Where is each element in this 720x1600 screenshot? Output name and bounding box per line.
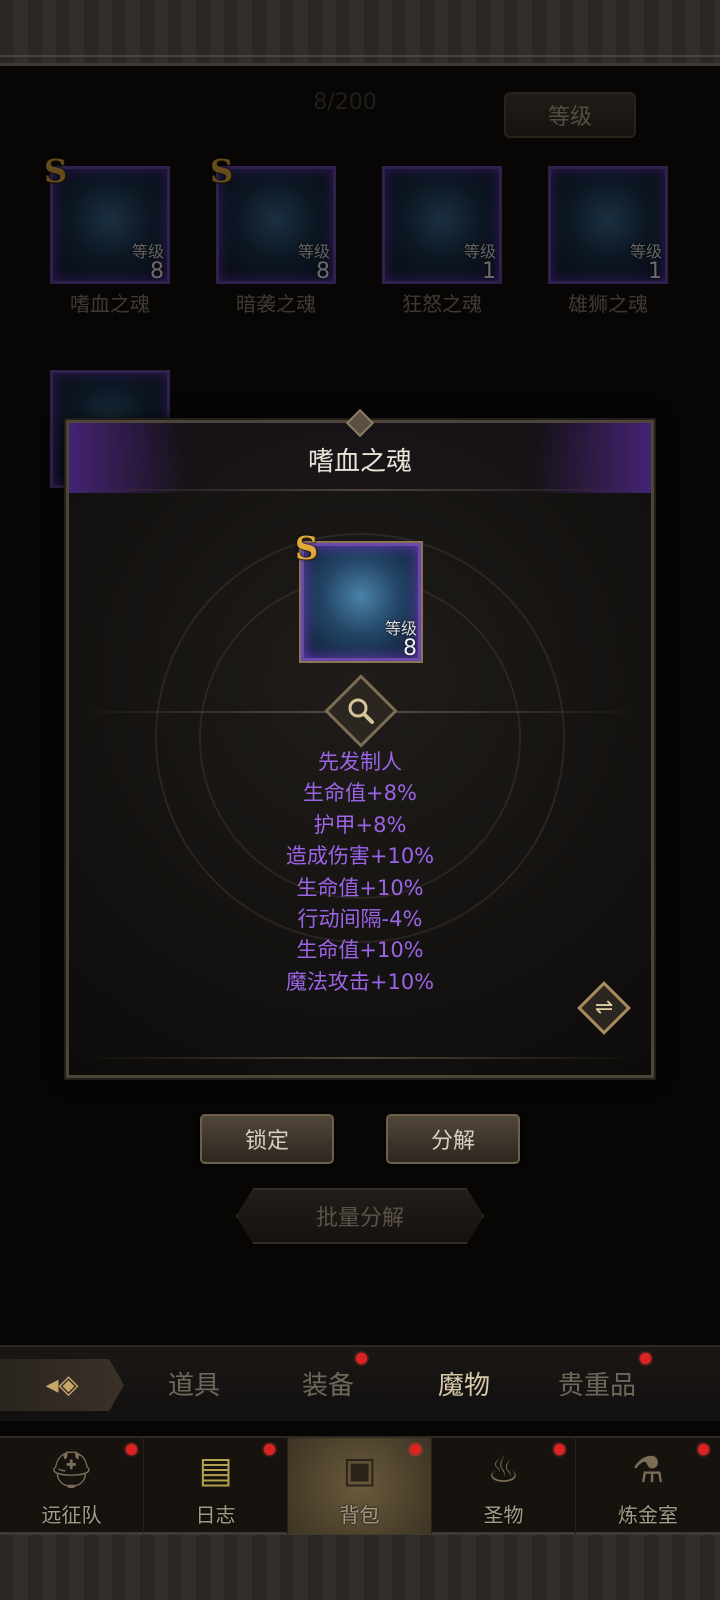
slot-name: 狂怒之魂 (402, 292, 482, 316)
divider (79, 1057, 641, 1059)
capacity-counter: 8/200 (313, 90, 377, 115)
nav-label: 炼金室 (618, 1503, 678, 1527)
journal-icon: ▤ (198, 1449, 233, 1491)
slot-name: 嗜血之魂 (70, 292, 150, 316)
level-value: 8 (403, 636, 417, 661)
lock-button[interactable]: 锁定 (200, 1114, 334, 1164)
swap-arrows-icon: ⇌ (594, 995, 614, 1020)
rank-badge: S (210, 152, 234, 190)
backpack-icon: ▣ (342, 1449, 377, 1491)
inventory-slot[interactable]: S 等级 8 (44, 152, 170, 284)
inventory-slot[interactable]: 等级 1 (548, 166, 668, 284)
bulk-decompose-button[interactable]: 批量分解 (236, 1188, 484, 1244)
nav-alchemy[interactable]: ⚗ 炼金室 (576, 1438, 720, 1534)
stat-line: 生命值+8% (303, 781, 417, 806)
stat-list: 先发制人 生命值+8% 护甲+8% 造成伤害+10% 生命值+10% 行动间隔-… (69, 747, 651, 998)
stat-line: 护甲+8% (313, 812, 407, 837)
inventory-slot[interactable]: 等级 1 (382, 166, 502, 284)
level-value: 8 (150, 259, 164, 284)
stat-line: 造成伤害+10% (285, 844, 435, 869)
magnifier-icon (348, 698, 374, 724)
divider (79, 489, 641, 491)
tab-items[interactable]: 道具 (168, 1365, 220, 1402)
notification-dot (410, 1444, 421, 1455)
notification-dot (126, 1444, 137, 1455)
viking-helmet-icon: ⛑ (48, 1450, 95, 1491)
stat-line: 生命值+10% (296, 938, 424, 963)
level-value: 8 (316, 259, 330, 284)
monster-detail-dialog: 嗜血之魂 S 等级 8 先发制人 生命值+8% 护甲+8% 造成伤害+10% 生… (66, 408, 654, 1078)
notification-dot (554, 1444, 565, 1455)
rank-badge: S (295, 529, 319, 567)
stat-line: 先发制人 (318, 750, 402, 774)
notification-dot (640, 1353, 651, 1364)
nav-label: 圣物 (483, 1503, 524, 1527)
tab-monsters[interactable]: 魔物 (438, 1365, 490, 1402)
bottom-ornament-bar (0, 1532, 720, 1600)
slot-name: 暗袭之魂 (236, 292, 316, 316)
rank-badge: S (44, 152, 68, 190)
selected-monster-slot: S 等级 8 (295, 529, 421, 661)
alchemy-icon: ⚗ (631, 1449, 665, 1491)
torch-icon: ♨ (487, 1449, 520, 1491)
nav-journal[interactable]: ▤ 日志 (144, 1438, 288, 1534)
tab-equipment[interactable]: 装备 (302, 1365, 354, 1402)
tab-valuables[interactable]: 贵重品 (558, 1365, 636, 1402)
inventory-slot[interactable]: S 等级 8 (210, 152, 336, 284)
notification-dot (356, 1353, 367, 1364)
stat-line: 魔法攻击+10% (285, 969, 435, 994)
category-tab-bar: ◂◈ 道具 装备 魔物 贵重品 (0, 1345, 720, 1421)
dialog-title: 嗜血之魂 (307, 447, 412, 477)
decompose-button[interactable]: 分解 (386, 1114, 520, 1164)
notification-dot (698, 1444, 709, 1455)
nav-label: 背包 (339, 1503, 380, 1527)
level-value: 1 (482, 259, 496, 284)
notification-dot (264, 1444, 275, 1455)
sort-by-level-button[interactable]: 等级 (504, 92, 636, 138)
slot-name: 雄狮之魂 (568, 292, 648, 316)
bottom-navigation: ⛑ 远征队 ▤ 日志 ▣ 背包 ♨ 圣物 ⚗ 炼金室 (0, 1436, 720, 1534)
app-screen: 8/200 等级 S 等级 8 嗜血之魂 S 等级 8 暗袭之魂 等级 1 狂怒… (0, 0, 720, 1600)
nav-expedition[interactable]: ⛑ 远征队 (0, 1438, 144, 1534)
stat-line: 行动间隔-4% (297, 907, 423, 932)
level-value: 1 (648, 259, 662, 284)
tab-back-arrow-icon[interactable]: ◂◈ (0, 1359, 124, 1411)
nav-label: 日志 (195, 1503, 236, 1527)
top-ornament-bar (0, 0, 720, 66)
nav-label: 远征队 (41, 1503, 102, 1527)
nav-backpack[interactable]: ▣ 背包 (288, 1438, 432, 1534)
stat-line: 生命值+10% (296, 875, 424, 900)
nav-relics[interactable]: ♨ 圣物 (432, 1438, 576, 1534)
